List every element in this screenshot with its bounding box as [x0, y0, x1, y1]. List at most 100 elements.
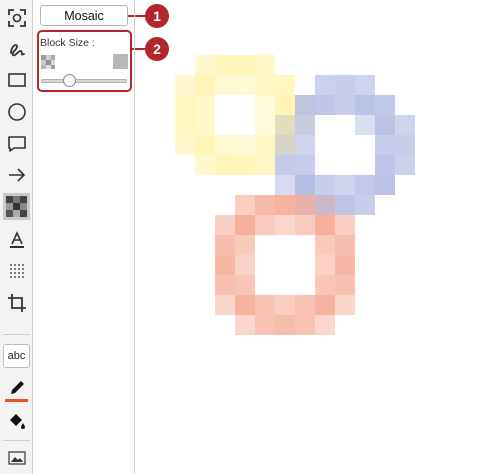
- mosaic-block: [255, 115, 275, 135]
- block-size-slider-thumb[interactable]: [62, 74, 76, 87]
- mosaic-block: [195, 55, 215, 75]
- block-size-slider-track[interactable]: [41, 79, 127, 83]
- large-block-icon: [113, 54, 128, 69]
- text-tool-button[interactable]: abc: [3, 344, 30, 368]
- crop-icon: [7, 293, 26, 312]
- mosaic-block: [295, 215, 315, 235]
- mosaic-block: [315, 275, 335, 295]
- mosaic-block: [255, 195, 275, 215]
- mosaic-block: [275, 295, 295, 315]
- rectangle-tool[interactable]: [3, 66, 30, 93]
- mosaic-icon: [6, 196, 27, 217]
- fill-bucket-icon: [9, 413, 25, 429]
- mosaic-block: [255, 55, 275, 75]
- mosaic-block: [275, 315, 295, 335]
- mosaic-block: [195, 155, 215, 175]
- mosaic-tool[interactable]: [3, 193, 30, 220]
- mosaic-block: [175, 75, 195, 95]
- mosaic-block: [315, 195, 335, 215]
- small-block-icon: [41, 55, 55, 69]
- pen-icon: [10, 380, 24, 394]
- arrow-tool[interactable]: [3, 161, 30, 188]
- mosaic-block: [315, 75, 335, 95]
- mosaic-block: [195, 115, 215, 135]
- mosaic-block: [235, 135, 255, 155]
- mosaic-block: [215, 235, 235, 255]
- mosaic-block: [235, 215, 255, 235]
- mosaic-block: [335, 255, 355, 275]
- text-underline-icon: [9, 230, 24, 248]
- mosaic-block: [235, 295, 255, 315]
- mosaic-block: [295, 295, 315, 315]
- mosaic-block: [355, 75, 375, 95]
- mosaic-canvas[interactable]: [135, 0, 493, 474]
- mosaic-block: [215, 155, 235, 175]
- mosaic-block: [295, 175, 315, 195]
- mosaic-block: [335, 195, 355, 215]
- mosaic-block: [295, 315, 315, 335]
- mosaic-block: [315, 235, 335, 255]
- mosaic-block: [295, 155, 315, 175]
- mosaic-block: [375, 155, 395, 175]
- mosaic-block: [395, 155, 415, 175]
- mosaic-block: [235, 155, 255, 175]
- image-icon: [7, 450, 26, 465]
- pen-color-button[interactable]: [3, 374, 30, 401]
- ellipse-tool[interactable]: [3, 98, 30, 125]
- mosaic-block: [255, 315, 275, 335]
- mosaic-mode-button[interactable]: Mosaic: [40, 5, 128, 26]
- rectangle-icon: [7, 72, 26, 87]
- mosaic-block: [235, 195, 255, 215]
- mosaic-block: [255, 75, 275, 95]
- mosaic-block: [335, 295, 355, 315]
- mosaic-block: [255, 95, 275, 115]
- image-button[interactable]: [3, 444, 30, 471]
- region-select-tool[interactable]: [3, 4, 30, 31]
- region-select-icon: [7, 8, 26, 27]
- fill-color-button[interactable]: [3, 407, 30, 434]
- mosaic-block: [315, 295, 335, 315]
- mosaic-block: [295, 115, 315, 135]
- mosaic-block: [275, 75, 295, 95]
- mosaic-block: [375, 95, 395, 115]
- mosaic-block: [275, 175, 295, 195]
- mosaic-block: [275, 135, 295, 155]
- mosaic-block: [255, 135, 275, 155]
- text-style-tool[interactable]: [3, 226, 30, 253]
- toolbar-separator-bottom: [3, 440, 30, 441]
- mosaic-block: [355, 195, 375, 215]
- mosaic-block: [375, 115, 395, 135]
- pen-color-swatch: [5, 399, 28, 402]
- mosaic-block: [295, 195, 315, 215]
- mosaic-block: [195, 135, 215, 155]
- mosaic-block: [335, 75, 355, 95]
- mosaic-block: [275, 195, 295, 215]
- mosaic-block: [195, 95, 215, 115]
- mosaic-block: [255, 155, 275, 175]
- toolbar-separator: [3, 334, 30, 335]
- crop-tool[interactable]: [3, 289, 30, 316]
- dot-pattern-icon: [9, 263, 24, 278]
- mosaic-block: [355, 95, 375, 115]
- mosaic-block: [335, 175, 355, 195]
- mosaic-block: [255, 215, 275, 235]
- mosaic-block: [235, 235, 255, 255]
- freehand-tool[interactable]: [3, 35, 30, 62]
- mosaic-block: [335, 215, 355, 235]
- ellipse-icon: [7, 102, 26, 121]
- mosaic-block: [275, 115, 295, 135]
- mosaic-block: [195, 75, 215, 95]
- mosaic-block: [275, 95, 295, 115]
- mosaic-block: [315, 95, 335, 115]
- mosaic-block: [215, 135, 235, 155]
- mosaic-block: [215, 255, 235, 275]
- freehand-squiggle-icon: [9, 43, 25, 56]
- mosaic-block: [235, 255, 255, 275]
- mosaic-block: [335, 275, 355, 295]
- mosaic-block: [215, 215, 235, 235]
- dot-pattern-tool[interactable]: [3, 257, 30, 284]
- speech-bubble-tool[interactable]: [3, 130, 30, 157]
- mosaic-block: [235, 55, 255, 75]
- mosaic-block: [315, 255, 335, 275]
- mosaic-block: [235, 275, 255, 295]
